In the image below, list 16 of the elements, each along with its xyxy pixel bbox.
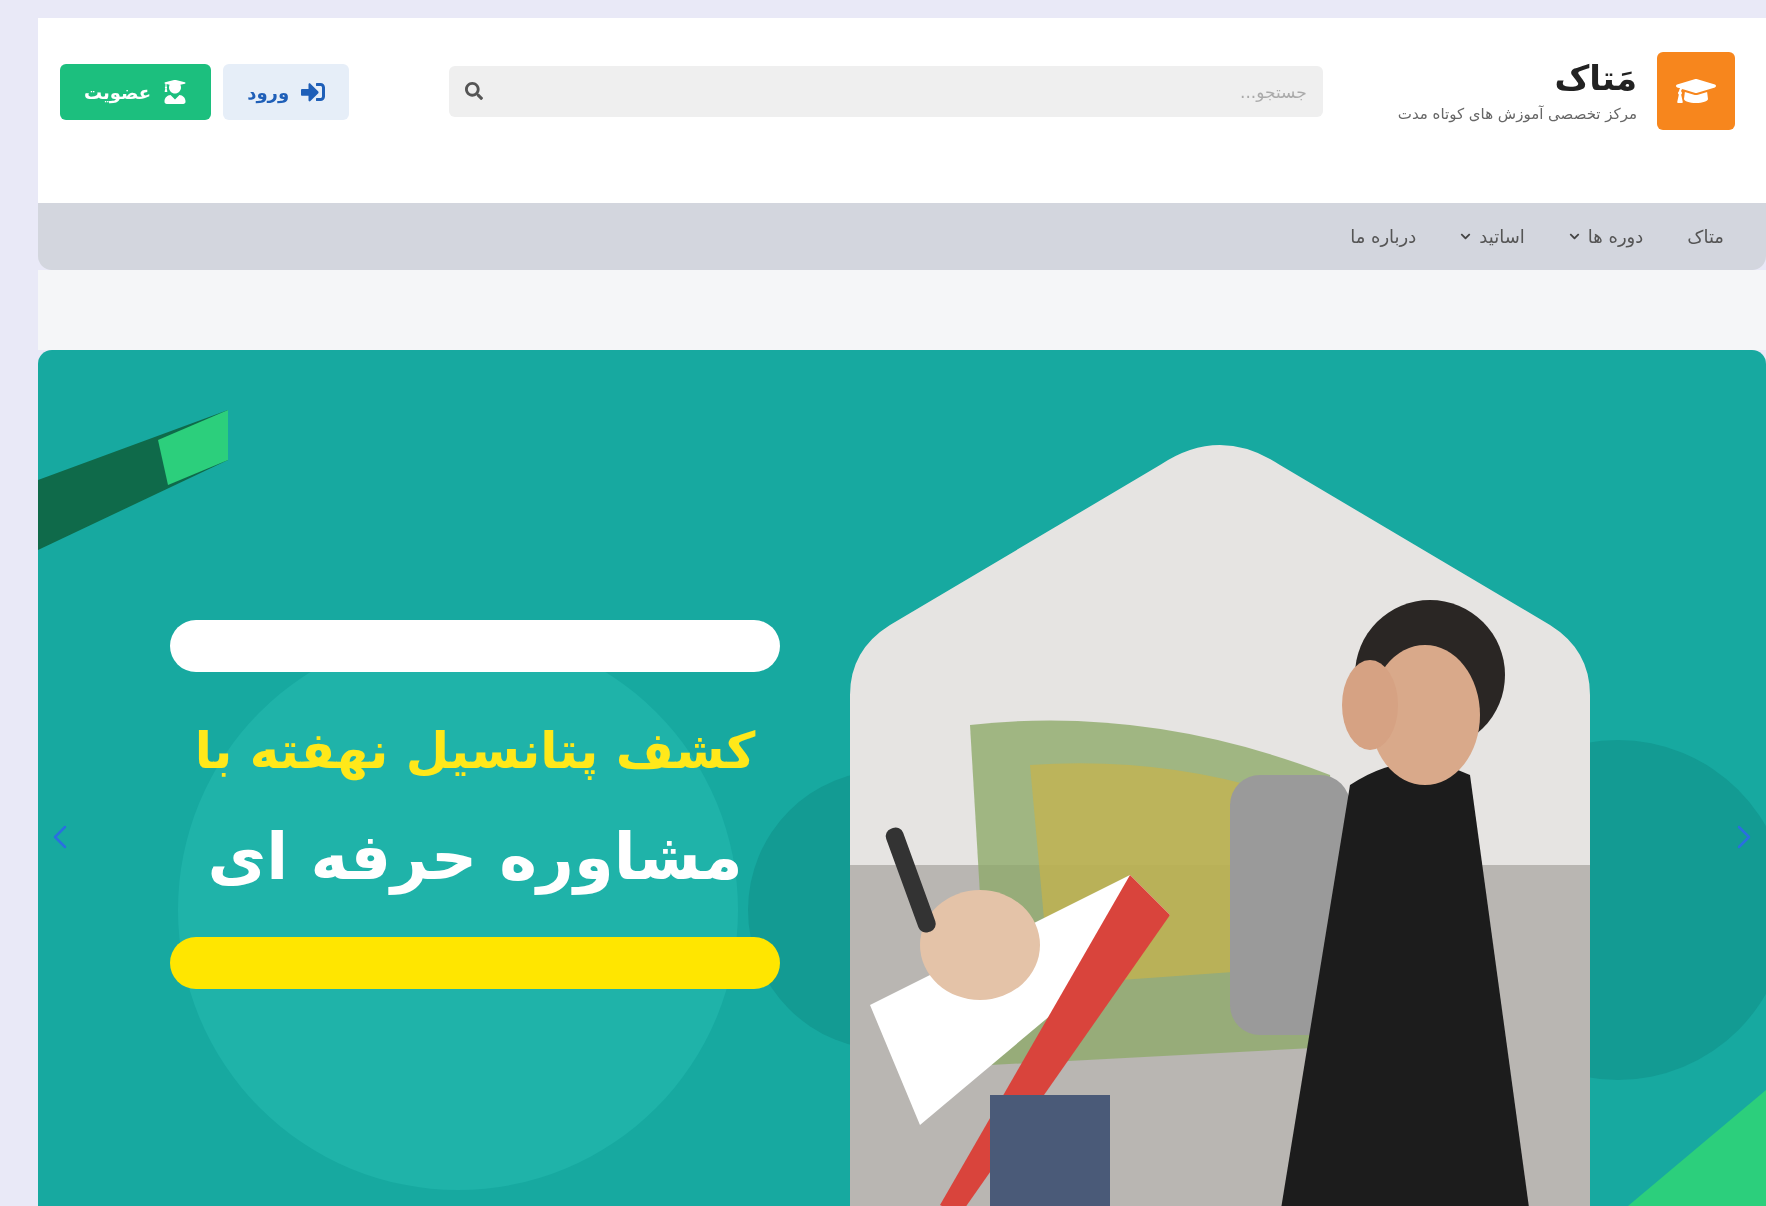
nav-link[interactable]: درباره ما (1350, 223, 1417, 250)
search-field[interactable]: جستجو... (448, 66, 1323, 117)
sign-in-icon (301, 80, 326, 104)
caret-icon (1568, 231, 1580, 242)
banner-headline: کشف پتانسیل نهفته با (193, 721, 757, 783)
graduate-icon (163, 80, 188, 104)
site-title: مَتاک (1553, 56, 1637, 99)
banner-subheadline: مشاوره حرفه ای (206, 818, 744, 897)
logo-icon (1657, 52, 1735, 130)
caret-icon (1460, 231, 1472, 242)
nav-link[interactable]: دوره ها (1568, 223, 1644, 250)
site-subtitle: مرکز تخصصی آموزش های کوتاه مدت (1397, 104, 1637, 125)
nav-link[interactable]: متاک (1687, 223, 1724, 250)
login-button[interactable]: ورود (223, 64, 350, 120)
nav-link[interactable]: اساتید (1460, 223, 1525, 250)
search-icon (464, 82, 483, 100)
